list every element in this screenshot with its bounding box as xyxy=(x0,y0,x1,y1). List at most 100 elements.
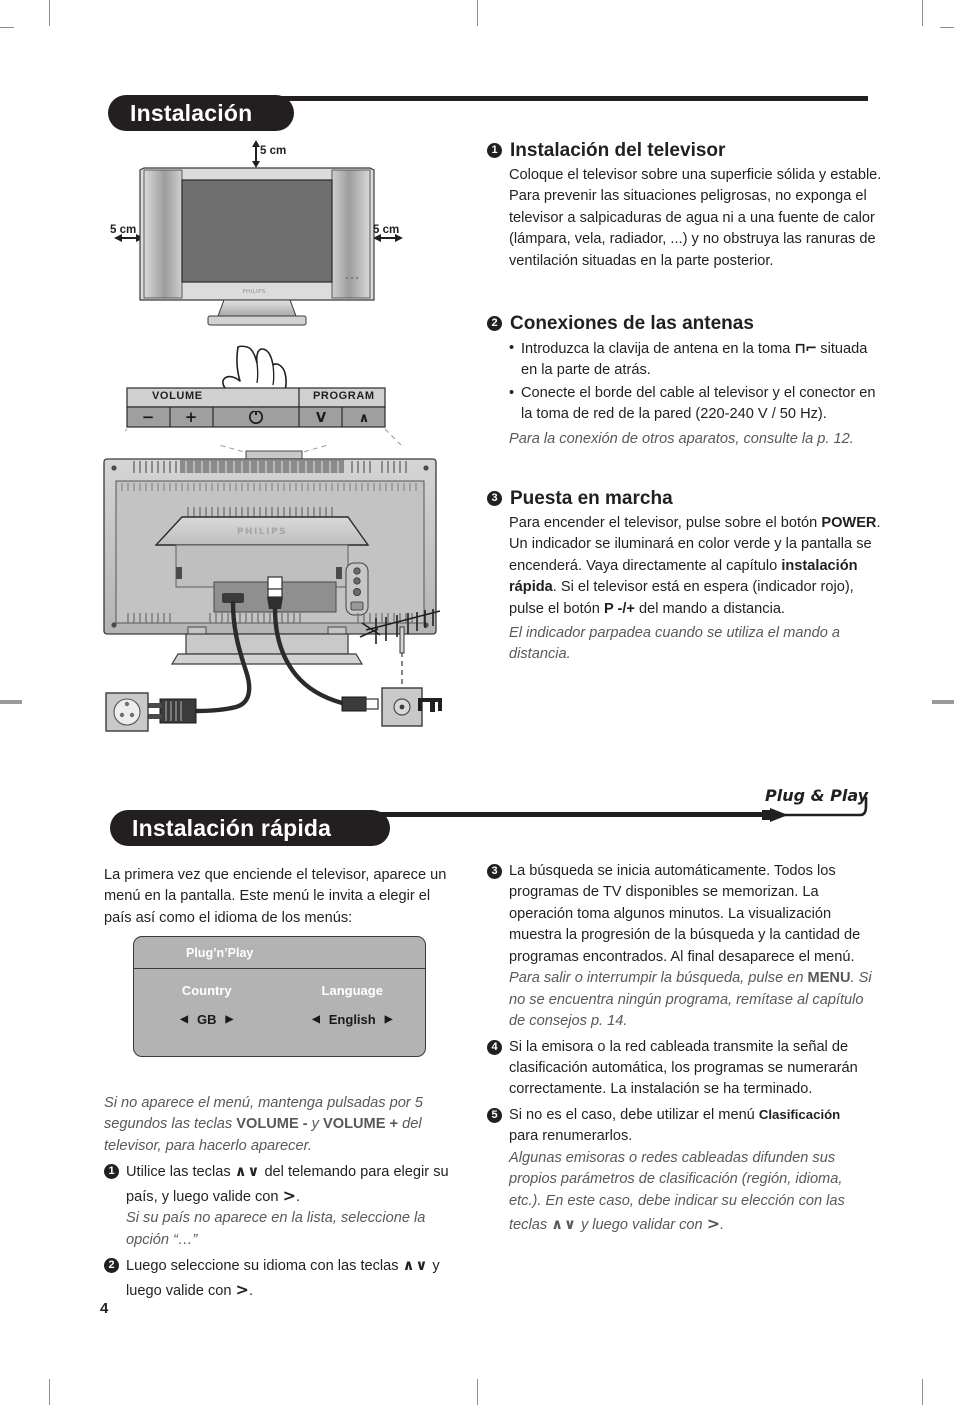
osd-language-value: English xyxy=(328,1012,376,1027)
tv-rear-connection-figure: PHILIPS xyxy=(103,445,442,732)
crop-mark-top-right xyxy=(922,0,923,26)
volume-plus-keyword: VOLUME + xyxy=(323,1116,399,1133)
quickinstall-left-item-1-text: Utilice las teclas ∧∨ del telemando para… xyxy=(126,1161,456,1251)
r3na: Para salir o interrumpir la búsqueda, pu… xyxy=(509,970,808,987)
osd-language-label: Language xyxy=(321,983,383,998)
r5nb: y luego validar con xyxy=(576,1217,707,1233)
step-number-badge: 4 xyxy=(487,1039,502,1055)
note-part-2: y xyxy=(307,1116,324,1133)
volume-minus-keyword: VOLUME - xyxy=(236,1116,308,1133)
instalacion-item-2: 2 Conexiones de las antenas Introduzca l… xyxy=(487,313,887,450)
svg-text:PHILIPS: PHILIPS xyxy=(237,527,287,537)
step-number-badge: 1 xyxy=(104,1164,119,1180)
quickinstall-right-item-4: 4 Si la emisora o la red cableada transm… xyxy=(487,1037,872,1101)
r5nc: . xyxy=(720,1217,725,1233)
figure-label-left-5cm: 5 cm xyxy=(110,224,137,236)
quickinstall-left-item-1: 1 Utilice las teclas ∧∨ del telemando pa… xyxy=(104,1161,456,1251)
control-panel-program-label: PROGRAM xyxy=(313,390,375,402)
quickinstall-intro: La primera vez que enciende el televisor… xyxy=(104,867,447,926)
quickinstall-right-item-3: 3 La búsqueda se inicia automáticamente.… xyxy=(487,861,872,1033)
osd-country-selector[interactable]: ◀ GB ▶ xyxy=(134,1012,280,1027)
crop-mark-right-upper xyxy=(940,27,954,28)
osd-language-left-arrow-icon[interactable]: ◀ xyxy=(312,1014,320,1025)
svg-text:∧: ∧ xyxy=(359,411,370,426)
svg-text:Plug & Play: Plug & Play xyxy=(765,786,869,805)
svg-text:V: V xyxy=(316,411,326,426)
crop-mark-top-center xyxy=(477,0,478,26)
antenna-bullet-1: Introduzca la clavija de antena en la to… xyxy=(509,338,887,382)
instalacion-item-3-body: Para encender el televisor, pulse sobre … xyxy=(509,513,887,620)
svg-text:+: + xyxy=(185,408,198,426)
figure-label-top-5cm: 5 cm xyxy=(260,145,287,157)
osd-language-selector[interactable]: ◀ English ▶ xyxy=(280,1012,426,1027)
antenna-bullet-1-text-a: Introduzca la clavija de antena en la to… xyxy=(521,340,795,357)
instalacion-item-2-heading: 2 Conexiones de las antenas xyxy=(487,313,887,335)
quickinstall-right-item-5-text: Si no es el caso, debe utilizar el menú … xyxy=(509,1105,872,1237)
confirm-key-icon: > xyxy=(282,1185,296,1205)
l1c: . xyxy=(295,1188,301,1205)
quickinstall-left-steps: Si no aparece el menú, mantenga pulsadas… xyxy=(104,1093,456,1302)
instalacion-item-1-heading: 1 Instalación del televisor xyxy=(487,140,887,162)
instalacion-item-3-title: Puesta en marcha xyxy=(510,488,673,509)
osd-country-column: Country ◀ GB ▶ xyxy=(134,983,280,1027)
quickinstall-left-item-2-text: Luego seleccione su idioma con las tecla… xyxy=(126,1255,456,1302)
power-keyword: POWER xyxy=(821,514,877,531)
quickinstall-right-item-3-text: La búsqueda se inicia automáticamente. T… xyxy=(509,861,872,1033)
plug-and-play-logo: Plug & Play xyxy=(762,786,869,822)
quickinstall-left-item-2: 2 Luego seleccione su idioma con las tec… xyxy=(104,1255,456,1302)
step-number-badge: 1 xyxy=(487,143,502,159)
instalacion-item-1: 1 Instalación del televisor Coloque el t… xyxy=(487,140,887,272)
section-banner-instalacion-label: Instalación xyxy=(130,99,253,126)
step-number-badge: 3 xyxy=(487,491,502,507)
osd-country-left-arrow-icon[interactable]: ◀ xyxy=(180,1014,188,1025)
crop-mark-top-left xyxy=(49,0,50,26)
l2c: . xyxy=(248,1282,254,1299)
step-number-badge: 2 xyxy=(104,1258,119,1274)
osd-country-label: Country xyxy=(181,983,232,998)
updown-keys-icon: ∧∨ xyxy=(402,1257,429,1275)
instalacion-item-3: 3 Puesta en marcha Para encender el tele… xyxy=(487,488,887,666)
t34: del mando a distancia. xyxy=(634,600,785,617)
confirm-key-icon: > xyxy=(706,1214,721,1233)
osd-country-right-arrow-icon[interactable]: ▶ xyxy=(226,1014,234,1025)
updown-keys-icon: ∧∨ xyxy=(234,1163,261,1181)
crop-mark-left-middle xyxy=(0,700,22,704)
crop-mark-bottom-left xyxy=(49,1379,50,1405)
quickinstall-right-item-5-note: Algunas emisoras o redes cableadas difun… xyxy=(509,1148,872,1237)
section-rule-instalacion xyxy=(190,96,868,101)
control-panel-volume-label: VOLUME xyxy=(152,390,203,402)
menu-keyword: MENU xyxy=(807,970,851,987)
crop-mark-bottom-right xyxy=(922,1379,923,1405)
page-number: 4 xyxy=(100,1300,109,1317)
step-number-badge: 2 xyxy=(487,316,502,332)
crop-mark-bottom-center xyxy=(477,1379,478,1405)
quickinstall-right-item-5: 5 Si no es el caso, debe utilizar el men… xyxy=(487,1105,872,1237)
section-banner-instalacion: Instalación xyxy=(108,95,294,131)
quickinstall-menu-note: Si no aparece el menú, mantenga pulsadas… xyxy=(104,1093,456,1157)
quickinstall-left-item-1-note: Si su país no aparece en la lista, selec… xyxy=(126,1210,426,1248)
crop-mark-right-middle xyxy=(932,700,954,704)
section-banner-instalacion-rapida: Instalación rápida xyxy=(110,810,390,846)
updown-keys-icon: ∧∨ xyxy=(551,1216,577,1233)
osd-language-right-arrow-icon[interactable]: ▶ xyxy=(385,1014,393,1025)
r5a: Si no es el caso, debe utilizar el menú xyxy=(509,1106,759,1123)
quickinstall-right-item-3-note: Para salir o interrumpir la búsqueda, pu… xyxy=(509,968,872,1032)
quickinstall-right-item-4-text: Si la emisora o la red cableada transmit… xyxy=(509,1038,858,1098)
osd-language-column: Language ◀ English ▶ xyxy=(280,983,426,1027)
step-number-badge: 5 xyxy=(487,1107,502,1123)
instalacion-item-2-bullets: Introduzca la clavija de antena en la to… xyxy=(509,338,887,426)
r3text: La búsqueda se inicia automáticamente. T… xyxy=(509,863,861,965)
instalacion-item-2-note: Para la conexión de otros aparatos, cons… xyxy=(509,430,854,447)
clasificacion-keyword: Clasificación xyxy=(758,1106,841,1122)
confirm-key-icon: > xyxy=(235,1279,249,1299)
t31: Para encender el televisor, pulse sobre … xyxy=(509,514,822,531)
instalacion-item-3-note: El indicador parpadea cuando se utiliza … xyxy=(509,625,841,663)
section-banner-instalacion-rapida-label: Instalación rápida xyxy=(132,814,332,841)
pminusplus-keyword: P -/+ xyxy=(603,600,635,617)
plugnplay-osd-menu[interactable]: Plug’n’Play Country ◀ GB ▶ Language ◀ En… xyxy=(133,936,426,1057)
r5b: para renumerarlos. xyxy=(509,1128,633,1145)
l1a: Utilice las teclas xyxy=(126,1164,235,1181)
svg-text:PHILIPS: PHILIPS xyxy=(242,289,265,295)
step-number-badge: 3 xyxy=(487,864,502,879)
antenna-socket-icon: ⊓⌐ xyxy=(794,339,817,357)
